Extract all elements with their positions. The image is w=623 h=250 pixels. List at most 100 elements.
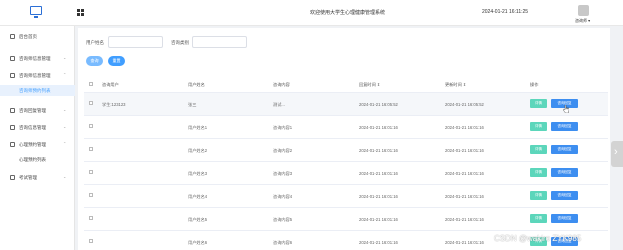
user-menu[interactable]: 咨询师 ▾ — [575, 18, 590, 24]
column-header: 操作 — [530, 82, 539, 87]
select-all-checkbox[interactable] — [89, 82, 93, 86]
filter-label-category: 咨询类别 — [171, 40, 189, 45]
table-cell: 咨询内容4 — [273, 194, 293, 199]
chevron-down-icon: ⌄ — [63, 174, 67, 179]
detail-button[interactable]: 详情 — [530, 168, 547, 177]
row-checkbox[interactable] — [89, 147, 93, 151]
sidebar-item-label: 咨询师信息管理 — [19, 73, 51, 78]
reply-button[interactable]: 咨询回复 — [551, 122, 578, 131]
chevron-up-icon: ⌃ — [63, 141, 67, 146]
doc-icon — [10, 73, 15, 78]
row-checkbox[interactable] — [89, 101, 93, 105]
table-cell: 2024-01-21 16:01:16 — [445, 171, 484, 176]
reset-button[interactable]: 重置 — [108, 56, 125, 66]
side-expand-handle[interactable] — [611, 141, 623, 167]
table-cell: 用户姓名1 — [188, 125, 208, 130]
detail-button[interactable]: 详情 — [530, 122, 547, 131]
table-cell: 2024-01-21 16:01:16 — [445, 125, 484, 130]
row-checkbox[interactable] — [89, 216, 93, 220]
table-cell: 张三 — [188, 102, 197, 107]
table-cell: 咨询内容2 — [273, 148, 293, 153]
table-cell: 2024-01-21 16:01:16 — [359, 240, 398, 245]
sidebar: 后台首页 咨询师信息管理 ⌄ 咨询师信息管理 ⌃ 咨询师预约列表 咨询回复管理 … — [0, 26, 75, 250]
sidebar-item-exam-manage[interactable]: 考试管理 ⌄ — [0, 172, 75, 183]
sidebar-item-info-manage[interactable]: 咨询信息管理 ⌄ — [0, 122, 75, 133]
column-header: 用户姓名 — [188, 82, 205, 87]
table-row[interactable]: 用户姓名5 咨询内容5 2024-01-21 16:01:16 2024-01-21 … — [84, 208, 608, 231]
username-input[interactable] — [108, 36, 163, 48]
sidebar-item-label: 咨询师信息管理 — [19, 56, 51, 61]
chevron-down-icon: ⌄ — [63, 124, 67, 129]
filter-label-username: 用户姓名 — [86, 40, 104, 45]
reply-button[interactable]: 咨询回复 — [551, 191, 578, 200]
reply-icon — [10, 108, 15, 113]
table-cell: 咨询内容6 — [273, 240, 293, 245]
detail-button[interactable]: 详情 — [530, 99, 547, 108]
table-cell: 2024-01-21 16:01:16 — [445, 194, 484, 199]
grid-menu-icon[interactable] — [77, 9, 84, 16]
detail-button[interactable]: 详情 — [530, 191, 547, 200]
avatar[interactable] — [578, 5, 589, 16]
search-button[interactable]: 查询 — [86, 56, 103, 66]
category-input[interactable] — [192, 36, 247, 48]
sidebar-item-label: 心理预约列表 — [19, 157, 46, 162]
sidebar-item-label: 咨询师预约列表 — [19, 88, 51, 93]
detail-button[interactable]: 详情 — [530, 145, 547, 154]
reply-button[interactable]: 咨询回复 — [551, 168, 578, 177]
table-row[interactable]: 用户姓名3 咨询内容3 2024-01-21 16:01:16 2024-01-21 … — [84, 162, 608, 185]
sidebar-item-label: 考试管理 — [19, 175, 37, 180]
calendar-icon — [10, 142, 15, 147]
table-cell: 2024-01-21 16:01:16 — [359, 217, 398, 222]
sidebar-item-reply-manage[interactable]: 咨询回复管理 ⌄ — [0, 105, 75, 116]
table-cell: 2024-01-21 16:05:52 — [445, 102, 484, 107]
table-row[interactable]: 用户姓名1 咨询内容1 2024-01-21 16:01:16 2024-01-21 … — [84, 116, 608, 139]
row-checkbox[interactable] — [89, 170, 93, 174]
table-cell: 2024-01-21 16:01:16 — [445, 148, 484, 153]
watermark: CSDN @wakiro ZYK985 — [494, 234, 582, 243]
reply-button[interactable]: 咨询回复 — [551, 145, 578, 154]
table-cell: 2024-01-21 16:01:16 — [445, 217, 484, 222]
table-cell: 2024-01-21 16:01:16 — [359, 194, 398, 199]
exam-icon — [10, 175, 15, 180]
table-header: 咨询用户 用户姓名 咨询内容 回复时间 ⇕ 更新时间 ⇕ 操作 — [84, 77, 608, 93]
table-cell: 咨询内容3 — [273, 171, 293, 176]
row-checkbox[interactable] — [89, 124, 93, 128]
table-row[interactable]: 用户姓名2 咨询内容2 2024-01-21 16:01:16 2024-01-21 … — [84, 139, 608, 162]
sidebar-item-label: 心理预约管理 — [19, 142, 46, 147]
sidebar-item-counselor-info[interactable]: 咨询师信息管理 ⌄ — [0, 53, 75, 64]
user-icon — [10, 56, 15, 61]
home-icon — [10, 34, 15, 39]
sidebar-item-home[interactable]: 后台首页 — [0, 31, 75, 42]
info-icon — [10, 125, 15, 130]
system-title: 欢迎使用大学生心理健康管理系统 — [310, 10, 386, 16]
table-cell: 咨询内容1 — [273, 125, 293, 130]
chevron-up-icon: ⌃ — [63, 72, 67, 77]
column-header[interactable]: 回复时间 ⇕ — [359, 82, 380, 88]
table-row[interactable]: 用户姓名4 咨询内容4 2024-01-21 16:01:16 2024-01-21 … — [84, 185, 608, 208]
sidebar-item-counselor-manage[interactable]: 咨询师信息管理 ⌃ — [0, 70, 75, 81]
main-content: 用户姓名 咨询类别 查询 重置 咨询用户 用户姓名 咨询内容 回复时间 ⇕ 更新… — [78, 28, 610, 250]
sidebar-item-psych-appointment[interactable]: 心理预约管理 ⌃ — [0, 139, 75, 150]
table-cell: 2024-01-21 16:01:16 — [445, 240, 484, 245]
table-cell: 用户姓名3 — [188, 171, 208, 176]
table-cell: 测试... — [273, 102, 285, 107]
table-cell: 2024-01-21 16:05:52 — [359, 102, 398, 107]
column-header[interactable]: 更新时间 ⇕ — [445, 82, 466, 88]
row-checkbox[interactable] — [89, 239, 93, 243]
table-cell: 学生:123123 — [102, 102, 126, 107]
sidebar-item-label: 咨询回复管理 — [19, 108, 46, 113]
reply-button[interactable]: 咨询回复 — [551, 214, 578, 223]
sidebar-item-psych-appointment-list[interactable]: 心理预约列表 — [0, 154, 75, 165]
sidebar-item-label: 咨询信息管理 — [19, 125, 46, 130]
column-header: 咨询用户 — [102, 82, 119, 87]
table-cell: 用户姓名2 — [188, 148, 208, 153]
sidebar-item-appointment-list[interactable]: 咨询师预约列表 — [0, 85, 75, 96]
row-checkbox[interactable] — [89, 193, 93, 197]
detail-button[interactable]: 详情 — [530, 214, 547, 223]
mouse-cursor-icon — [563, 105, 569, 113]
column-header: 咨询内容 — [273, 82, 290, 87]
table-row[interactable]: 学生:123123 张三 测试... 2024-01-21 16:05:52 2024-… — [84, 93, 608, 116]
table-cell: 用户姓名6 — [188, 240, 208, 245]
monitor-logo-icon — [30, 6, 42, 18]
chevron-down-icon: ⌄ — [63, 55, 67, 60]
